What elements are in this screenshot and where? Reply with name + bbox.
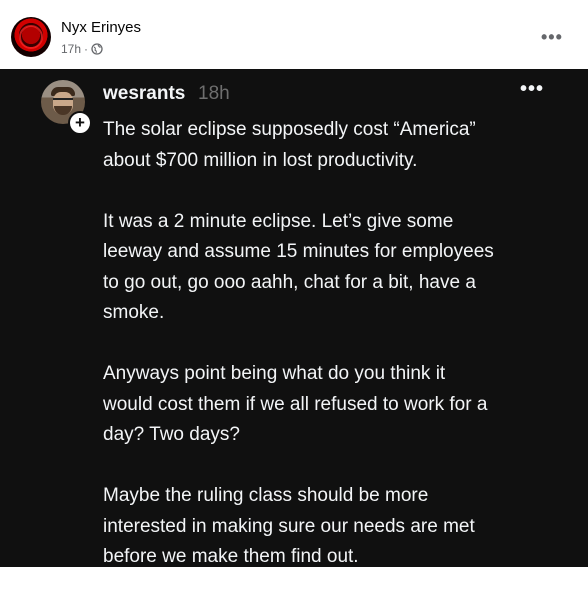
author-name[interactable]: Nyx Erinyes [61, 19, 141, 36]
paragraph: The solar eclipse supposedly cost “Ameri… [103, 115, 583, 176]
post-time[interactable]: 17h [61, 42, 81, 56]
text-line: day? Two days? [103, 424, 240, 445]
text-line: It was a 2 minute eclipse. Let’s give so… [103, 210, 454, 232]
post-meta: 17h · [61, 42, 103, 56]
text-line: smoke. [103, 302, 165, 323]
meta-separator: · [84, 42, 89, 56]
threads-post-text: The solar eclipse supposedly cost “Ameri… [103, 115, 583, 603]
text-line: The solar eclipse supposedly cost “Ameri… [103, 119, 476, 140]
paragraph: Anyways point being what do you think it… [103, 359, 583, 451]
facebook-post-header: Nyx Erinyes 17h · ••• [0, 0, 588, 69]
plus-icon[interactable]: + [68, 111, 92, 135]
text-line: to go out, go ooo aahh, chat for a bit, … [103, 271, 476, 293]
text-line: interested in making sure our needs are … [103, 515, 475, 537]
author-avatar[interactable] [11, 17, 51, 57]
threads-time: 18h [198, 83, 230, 104]
text-line: Maybe the ruling class should be more [103, 485, 429, 506]
text-line: about $700 million in lost productivity. [103, 149, 418, 171]
globe-icon [91, 43, 103, 55]
text-line: leeway and assume 15 minutes for employe… [103, 241, 494, 262]
text-line: before we make them find out. [103, 546, 359, 567]
paragraph: It was a 2 minute eclipse. Let’s give so… [103, 207, 583, 329]
text-line: Anyways point being what do you think it [103, 363, 446, 384]
threads-options-button[interactable]: ••• [520, 78, 544, 101]
post-options-button[interactable]: ••• [541, 27, 563, 48]
threads-username[interactable]: wesrants [103, 83, 185, 105]
text-line: would cost them if we all refused to wor… [103, 393, 488, 415]
paragraph: Maybe the ruling class should be more in… [103, 481, 583, 573]
